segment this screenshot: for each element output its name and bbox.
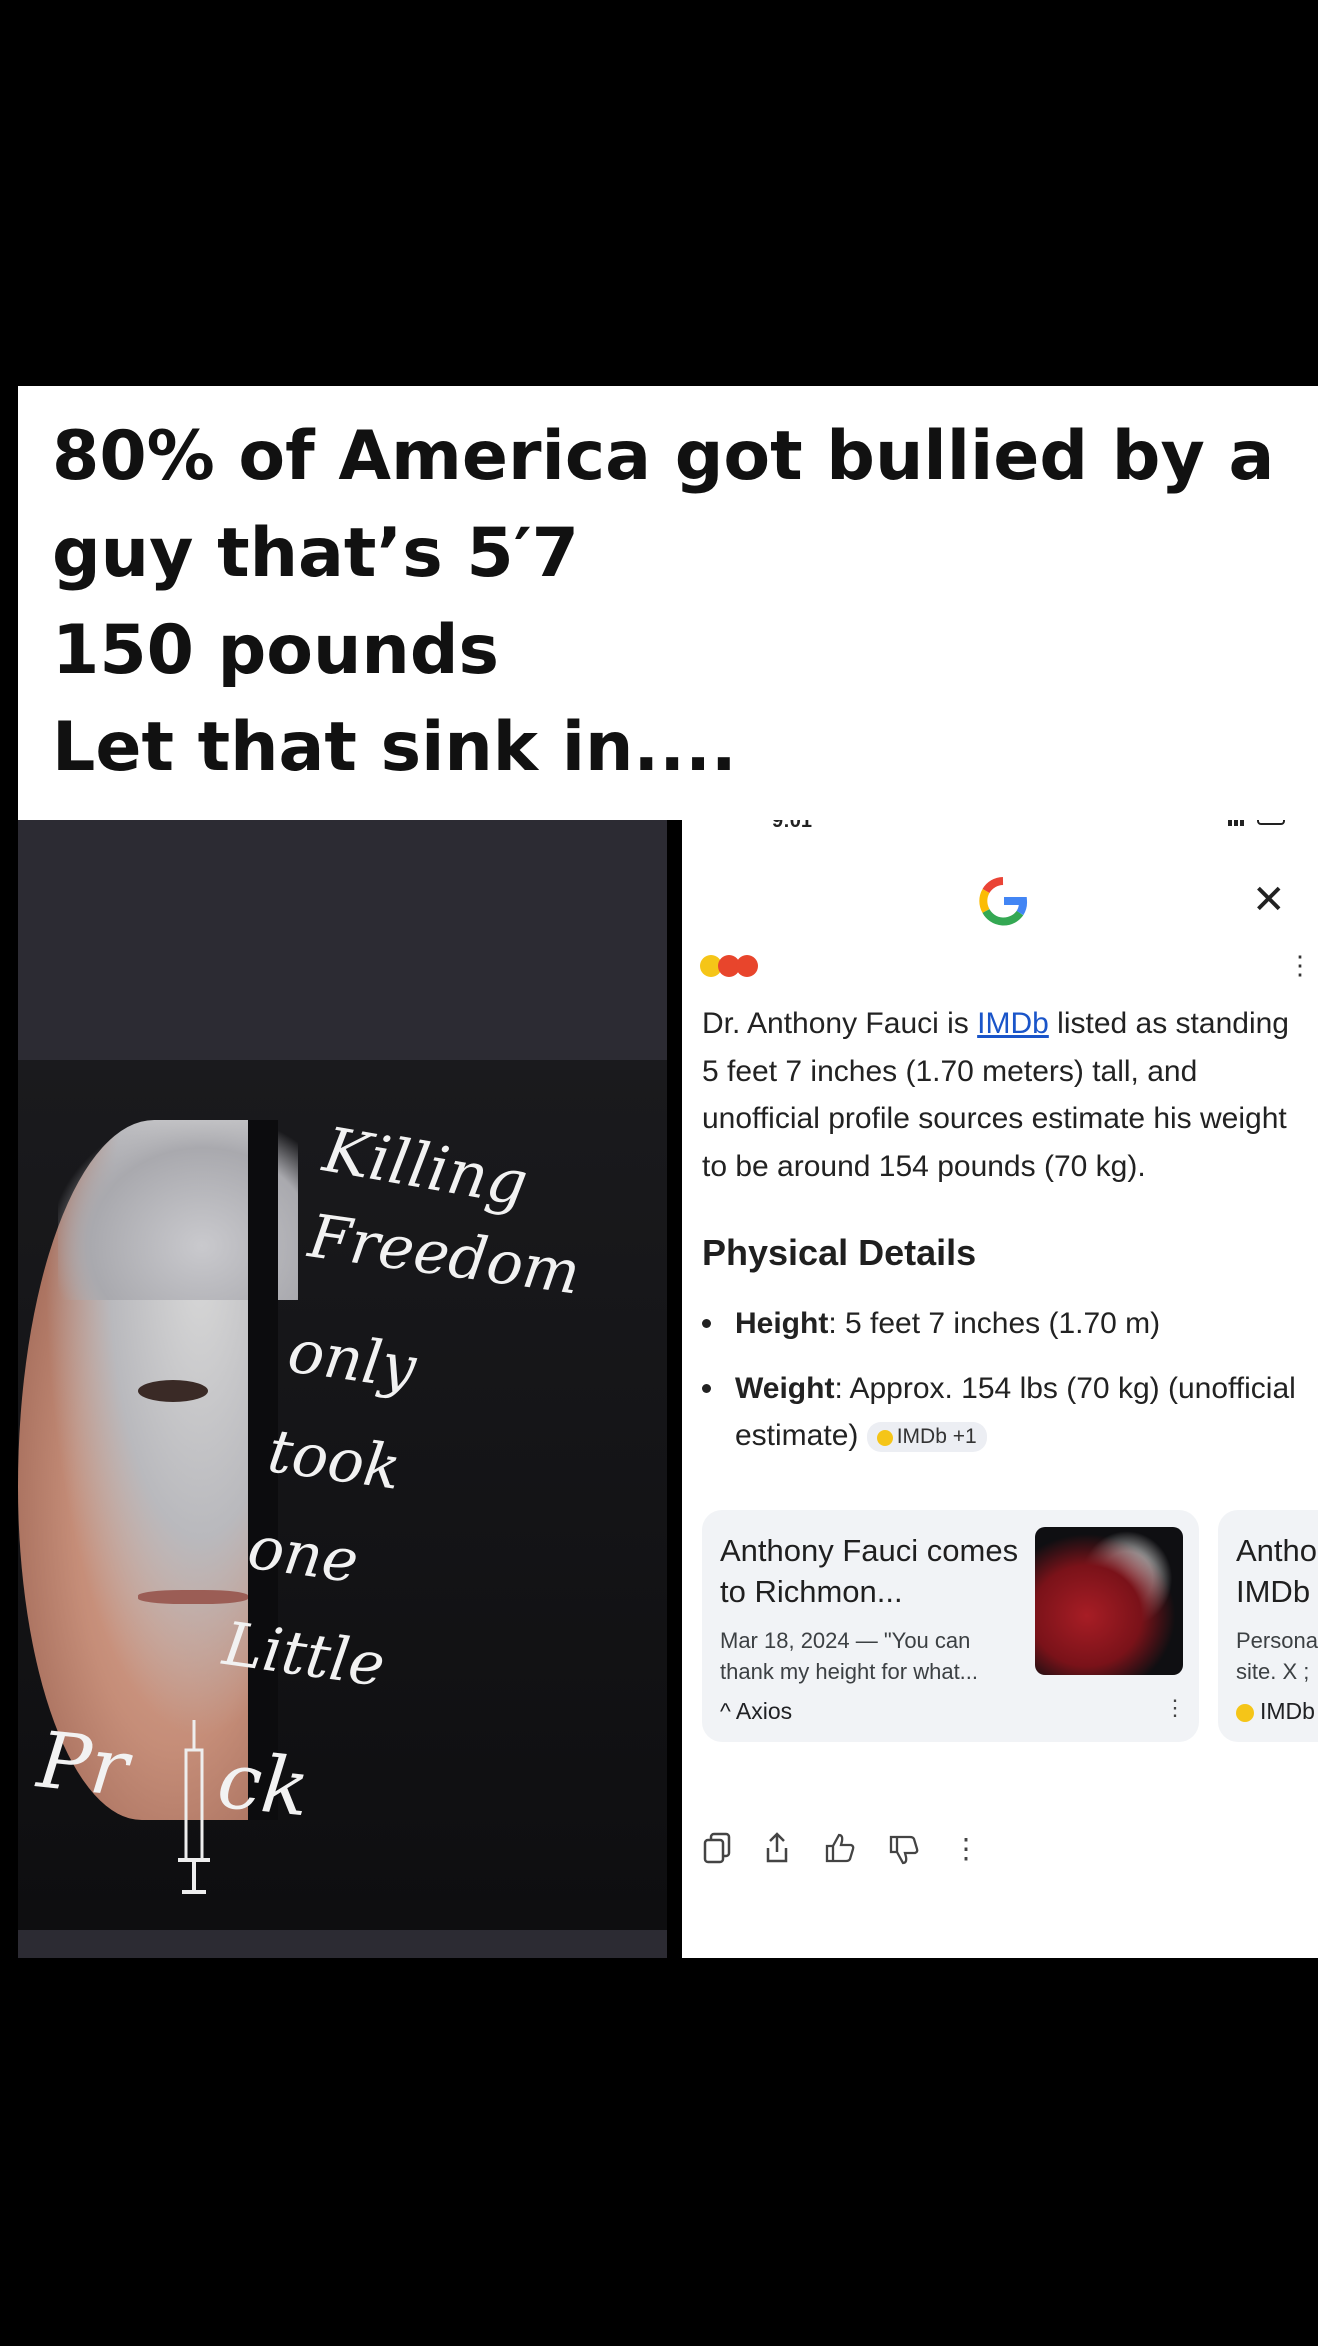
caption-line-3: 150 pounds <box>52 611 499 690</box>
shirt-photo: Killing Freedom only took one Little Pr … <box>18 820 667 1958</box>
height-label: Height <box>735 1307 829 1340</box>
source-favicons <box>700 955 770 977</box>
card-title: Anthony Fauci comes to Richmon... <box>720 1533 1019 1609</box>
axios-icon: ^ <box>720 1698 736 1724</box>
shirt-word-one: one <box>243 1512 363 1598</box>
card-source-label: IMDb <box>1260 1698 1315 1724</box>
more-options-icon[interactable]: ⋮ <box>1287 950 1313 981</box>
photo-bottom-strip <box>18 1940 667 1958</box>
physical-details-heading: Physical Details <box>702 1232 977 1273</box>
card-source: ^ Axios <box>720 1698 792 1725</box>
card-snippet: Persona site. X ; <box>1236 1628 1318 1684</box>
mouth <box>138 1590 248 1604</box>
share-icon[interactable] <box>764 1832 790 1864</box>
citation-chip[interactable]: IMDb +1 <box>866 1422 987 1453</box>
thumbs-down-icon[interactable] <box>888 1834 920 1866</box>
copy-icon[interactable] <box>702 1832 732 1864</box>
weight-label: Weight <box>735 1372 835 1405</box>
card-more-icon[interactable]: ⋮ <box>1164 1695 1186 1721</box>
height-value: : 5 feet 7 inches (1.70 m) <box>828 1307 1161 1340</box>
syringe-icon <box>178 1720 210 1894</box>
imdb-icon <box>1236 1703 1254 1722</box>
source-card-axios[interactable]: Anthony Fauci comes to Richmon... Mar 18… <box>702 1510 1199 1742</box>
card-title: Antho IMDb <box>1236 1533 1318 1609</box>
status-bar: 9:01 <box>772 820 1292 832</box>
imdb-link[interactable]: IMDb <box>977 1007 1049 1040</box>
imdb-icon <box>876 1429 893 1446</box>
intro-text-start: Dr. Anthony Fauci is <box>702 1007 978 1040</box>
caption-line-2: guy that’s 5′7 <box>52 514 579 593</box>
status-icons <box>1228 820 1285 826</box>
details-list: Height: 5 feet 7 inches (1.70 m) Weight:… <box>702 1300 1302 1477</box>
meme-caption: 80% of America got bullied by a guy that… <box>18 386 1318 820</box>
list-item-weight: Weight: Approx. 154 lbs (70 kg) (unoffic… <box>702 1365 1302 1459</box>
status-time: 9:01 <box>772 820 813 832</box>
caption-line-1: 80% of America got bullied by a <box>52 417 1275 496</box>
google-logo <box>977 875 1028 926</box>
thumbs-up-icon[interactable] <box>824 1832 856 1864</box>
citation-chip-label: IMDb +1 <box>896 1425 977 1449</box>
google-result-screenshot: 9:01 ✕ ⋮ Dr. Anthony Fauci is IMDb liste… <box>682 820 1318 1958</box>
shirt-word-pr: Pr <box>33 1715 133 1815</box>
list-item-height: Height: 5 feet 7 inches (1.70 m) <box>702 1300 1302 1347</box>
card-thumbnail <box>1035 1527 1183 1675</box>
close-icon[interactable]: ✕ <box>1252 880 1286 920</box>
card-source: IMDb <box>1236 1698 1315 1725</box>
ai-overview-text: Dr. Anthony Fauci is IMDb listed as stan… <box>702 1000 1302 1190</box>
eye <box>138 1380 208 1402</box>
caption-line-4: Let that sink in.... <box>52 708 737 787</box>
source-card-imdb[interactable]: Antho IMDb Persona site. X ; IMDb <box>1218 1510 1318 1742</box>
card-source-label: Axios <box>735 1698 793 1724</box>
more-icon[interactable]: ⋮ <box>952 1832 980 1865</box>
shirt-word-ck: ck <box>213 1735 314 1835</box>
card-snippet: Mar 18, 2024 — "You can thank my height … <box>720 1628 979 1684</box>
